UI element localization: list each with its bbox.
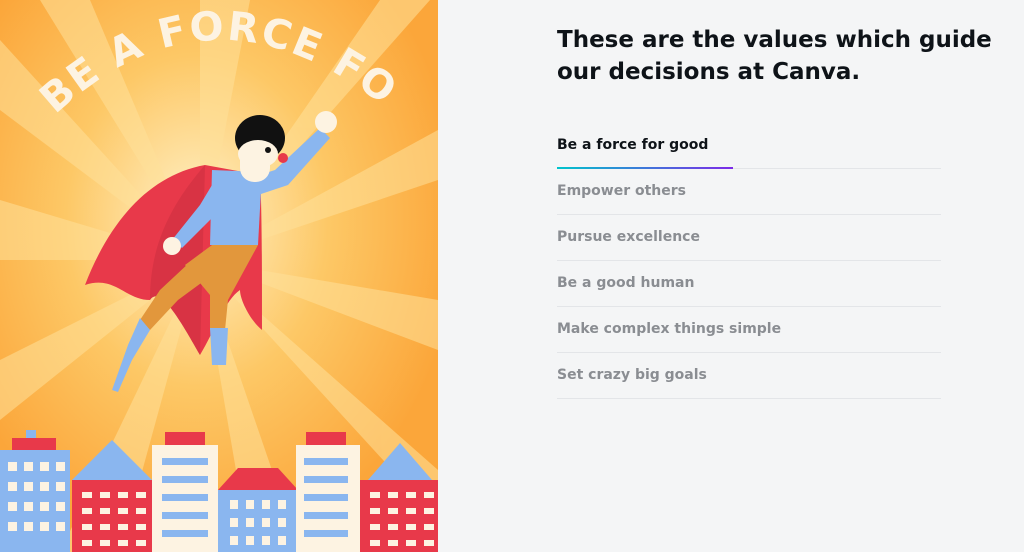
tab-label: Empower others <box>557 183 687 199</box>
tab-set-crazy-big-goals[interactable]: Set crazy big goals <box>557 353 941 399</box>
tab-make-complex-things-simple[interactable]: Make complex things simple <box>557 307 941 353</box>
tab-pursue-excellence[interactable]: Pursue excellence <box>557 215 941 261</box>
value-illustration: BE A FORCE FOR GOOD <box>0 0 438 552</box>
tab-label: Set crazy big goals <box>557 367 707 383</box>
tab-label: Pursue excellence <box>557 229 700 245</box>
tab-empower-others[interactable]: Empower others <box>557 169 941 215</box>
values-panel: These are the values which guide our dec… <box>438 0 1024 552</box>
tab-be-a-good-human[interactable]: Be a good human <box>557 261 941 307</box>
tab-be-a-force-for-good[interactable]: Be a force for good <box>557 123 941 169</box>
values-tab-list: Be a force for good Empower others Pursu… <box>557 123 941 399</box>
page-heading: These are the values which guide our dec… <box>557 27 992 85</box>
tab-label: Make complex things simple <box>557 321 782 337</box>
tab-label: Be a force for good <box>557 137 709 153</box>
tab-label: Be a good human <box>557 275 695 291</box>
